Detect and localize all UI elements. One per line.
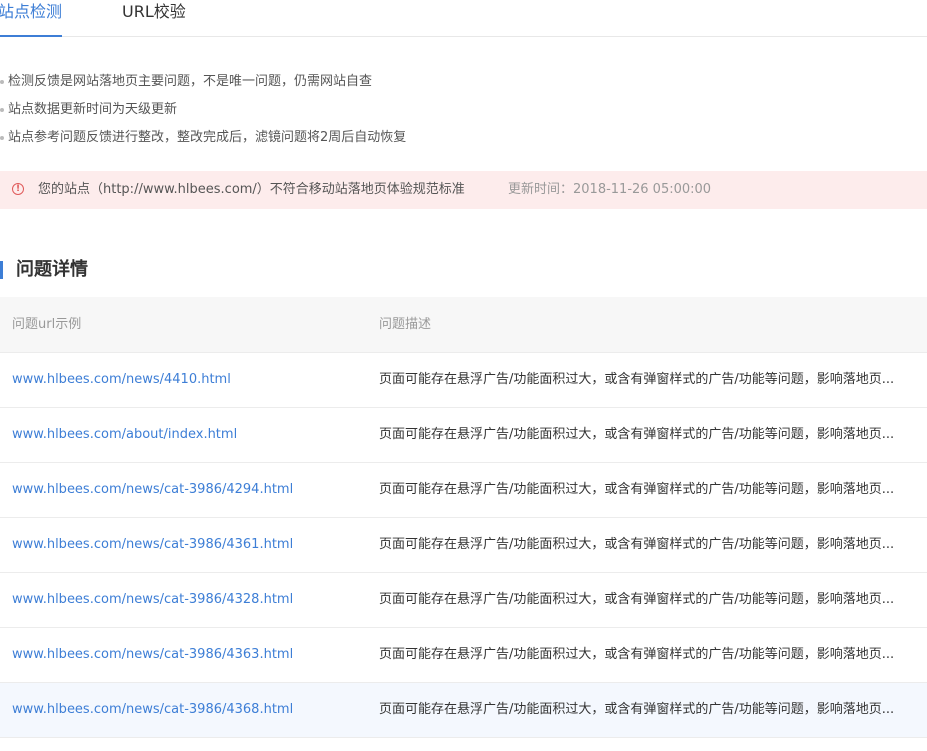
table-row: www.hlbees.com/news/cat-3986/4361.html 页…	[0, 518, 927, 573]
note-item: 检测反馈是网站落地页主要问题，不是唯一问题，仍需网站自查	[0, 68, 406, 96]
site-check-page: 站点检测 URL校验 检测反馈是网站落地页主要问题，不是唯一问题，仍需网站自查 …	[0, 0, 927, 751]
exclamation-circle-icon: !	[12, 183, 24, 195]
tab-url-check[interactable]: URL校验	[122, 0, 186, 36]
column-header-url: 问题url示例	[12, 317, 82, 332]
alert-update-time: 更新时间：2018-11-26 05:00:00	[508, 182, 712, 197]
row-description: 页面可能存在悬浮广告/功能面积过大，或含有弹窗样式的广告/功能等问题，影响落地页…	[379, 372, 895, 387]
notes-list: 检测反馈是网站落地页主要问题，不是唯一问题，仍需网站自查 站点数据更新时间为天级…	[0, 68, 406, 152]
section-title: 问题详情	[0, 258, 88, 282]
row-url-link[interactable]: www.hlbees.com/news/cat-3986/4328.html	[12, 573, 293, 627]
table-row: www.hlbees.com/news/cat-3986/4294.html 页…	[0, 463, 927, 518]
table-row: www.hlbees.com/news/cat-3986/4363.html 页…	[0, 628, 927, 683]
row-url-link[interactable]: www.hlbees.com/news/4410.html	[12, 353, 231, 407]
row-description: 页面可能存在悬浮广告/功能面积过大，或含有弹窗样式的广告/功能等问题，影响落地页…	[379, 702, 895, 717]
note-item: 站点数据更新时间为天级更新	[0, 96, 406, 124]
alert-message: 您的站点（http://www.hlbees.com/）不符合移动站落地页体验规…	[38, 182, 465, 197]
table-header: 问题url示例 问题描述	[0, 297, 927, 353]
table-row-hovered: www.hlbees.com/news/cat-3986/4368.html 页…	[0, 683, 927, 738]
table-row: www.hlbees.com/news/cat-3986/4328.html 页…	[0, 573, 927, 628]
tab-site-check[interactable]: 站点检测	[0, 0, 63, 37]
row-description: 页面可能存在悬浮广告/功能面积过大，或含有弹窗样式的广告/功能等问题，影响落地页…	[379, 482, 895, 497]
alert-banner: ! 您的站点（http://www.hlbees.com/）不符合移动站落地页体…	[0, 171, 927, 209]
row-description: 页面可能存在悬浮广告/功能面积过大，或含有弹窗样式的广告/功能等问题，影响落地页…	[379, 427, 895, 442]
table-row: www.hlbees.com/news/4410.html 页面可能存在悬浮广告…	[0, 353, 927, 408]
tab-bar: 站点检测 URL校验	[0, 0, 927, 37]
row-url-link[interactable]: www.hlbees.com/about/index.html	[12, 408, 237, 462]
note-item: 站点参考问题反馈进行整改，整改完成后，滤镜问题将2周后自动恢复	[0, 124, 406, 152]
row-description: 页面可能存在悬浮广告/功能面积过大，或含有弹窗样式的广告/功能等问题，影响落地页…	[379, 537, 895, 552]
row-description: 页面可能存在悬浮广告/功能面积过大，或含有弹窗样式的广告/功能等问题，影响落地页…	[379, 592, 895, 607]
row-url-link[interactable]: www.hlbees.com/news/cat-3986/4361.html	[12, 518, 293, 572]
column-header-desc: 问题描述	[379, 317, 432, 332]
row-description: 页面可能存在悬浮广告/功能面积过大，或含有弹窗样式的广告/功能等问题，影响落地页…	[379, 647, 895, 662]
table-row: www.hlbees.com/about/index.html 页面可能存在悬浮…	[0, 408, 927, 463]
row-url-link[interactable]: www.hlbees.com/news/cat-3986/4363.html	[12, 628, 293, 682]
issue-table: 问题url示例 问题描述 www.hlbees.com/news/4410.ht…	[0, 297, 927, 738]
row-url-link[interactable]: www.hlbees.com/news/cat-3986/4368.html	[12, 683, 293, 737]
row-url-link[interactable]: www.hlbees.com/news/cat-3986/4294.html	[12, 463, 293, 517]
